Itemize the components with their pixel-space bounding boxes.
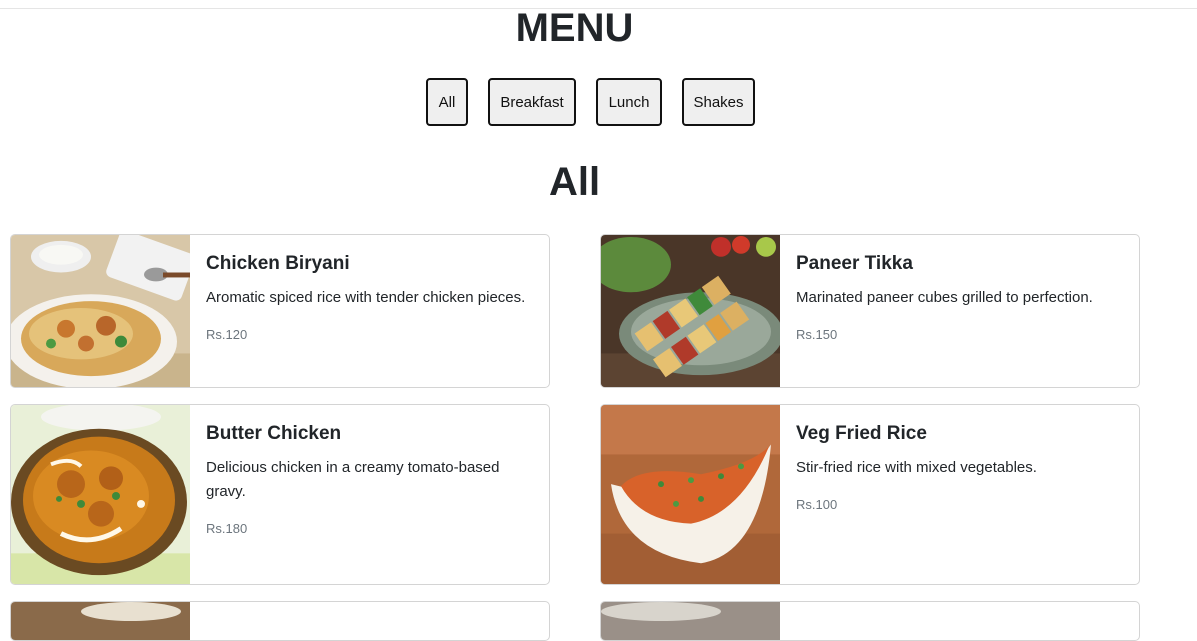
section-title: All	[548, 160, 601, 204]
item-description: Stir-fried rice with mixed vegetables.	[796, 459, 1037, 476]
category-filter-bar: All Breakfast Lunch Shakes	[426, 78, 775, 126]
card-body: Chicken Biryani Aromatic spiced rice wit…	[206, 251, 539, 344]
item-description: Aromatic spiced rice with tender chicken…	[206, 289, 526, 306]
item-name: Chicken Biryani	[206, 253, 350, 274]
item-name: Veg Fried Rice	[796, 423, 927, 444]
filter-all-button[interactable]: All	[426, 78, 468, 126]
chicken-biryani-image	[11, 235, 190, 387]
menu-item-card-partial[interactable]	[10, 601, 550, 641]
card-body: Butter Chicken Delicious chicken in a cr…	[206, 421, 539, 538]
card-body: Veg Fried Rice Stir-fried rice with mixe…	[796, 421, 1129, 514]
menu-item-card-partial[interactable]	[600, 601, 1140, 641]
item-price: Rs.150	[796, 327, 838, 342]
filter-shakes-button[interactable]: Shakes	[682, 78, 755, 126]
veg-fried-rice-image	[601, 405, 780, 584]
menu-item-image	[11, 602, 190, 640]
menu-item-card-chicken-biryani[interactable]: Chicken Biryani Aromatic spiced rice wit…	[10, 234, 550, 388]
item-name: Butter Chicken	[206, 423, 342, 444]
paneer-tikka-image	[601, 235, 780, 387]
item-name: Paneer Tikka	[796, 253, 913, 274]
item-description: Delicious chicken in a creamy tomato-bas…	[206, 459, 500, 500]
menu-item-card-paneer-tikka[interactable]: Paneer Tikka Marinated paneer cubes gril…	[600, 234, 1140, 388]
item-price: Rs.120	[206, 327, 248, 342]
item-price: Rs.180	[206, 521, 248, 536]
butter-chicken-image	[11, 405, 190, 584]
filter-lunch-button[interactable]: Lunch	[596, 78, 662, 126]
menu-title: MENU	[515, 6, 634, 50]
item-price: Rs.100	[796, 497, 838, 512]
filter-breakfast-button[interactable]: Breakfast	[488, 78, 576, 126]
item-description: Marinated paneer cubes grilled to perfec…	[796, 289, 1093, 306]
menu-item-card-veg-fried-rice[interactable]: Veg Fried Rice Stir-fried rice with mixe…	[600, 404, 1140, 585]
menu-item-image	[601, 602, 780, 640]
menu-item-card-butter-chicken[interactable]: Butter Chicken Delicious chicken in a cr…	[10, 404, 550, 585]
card-body: Paneer Tikka Marinated paneer cubes gril…	[796, 251, 1129, 344]
